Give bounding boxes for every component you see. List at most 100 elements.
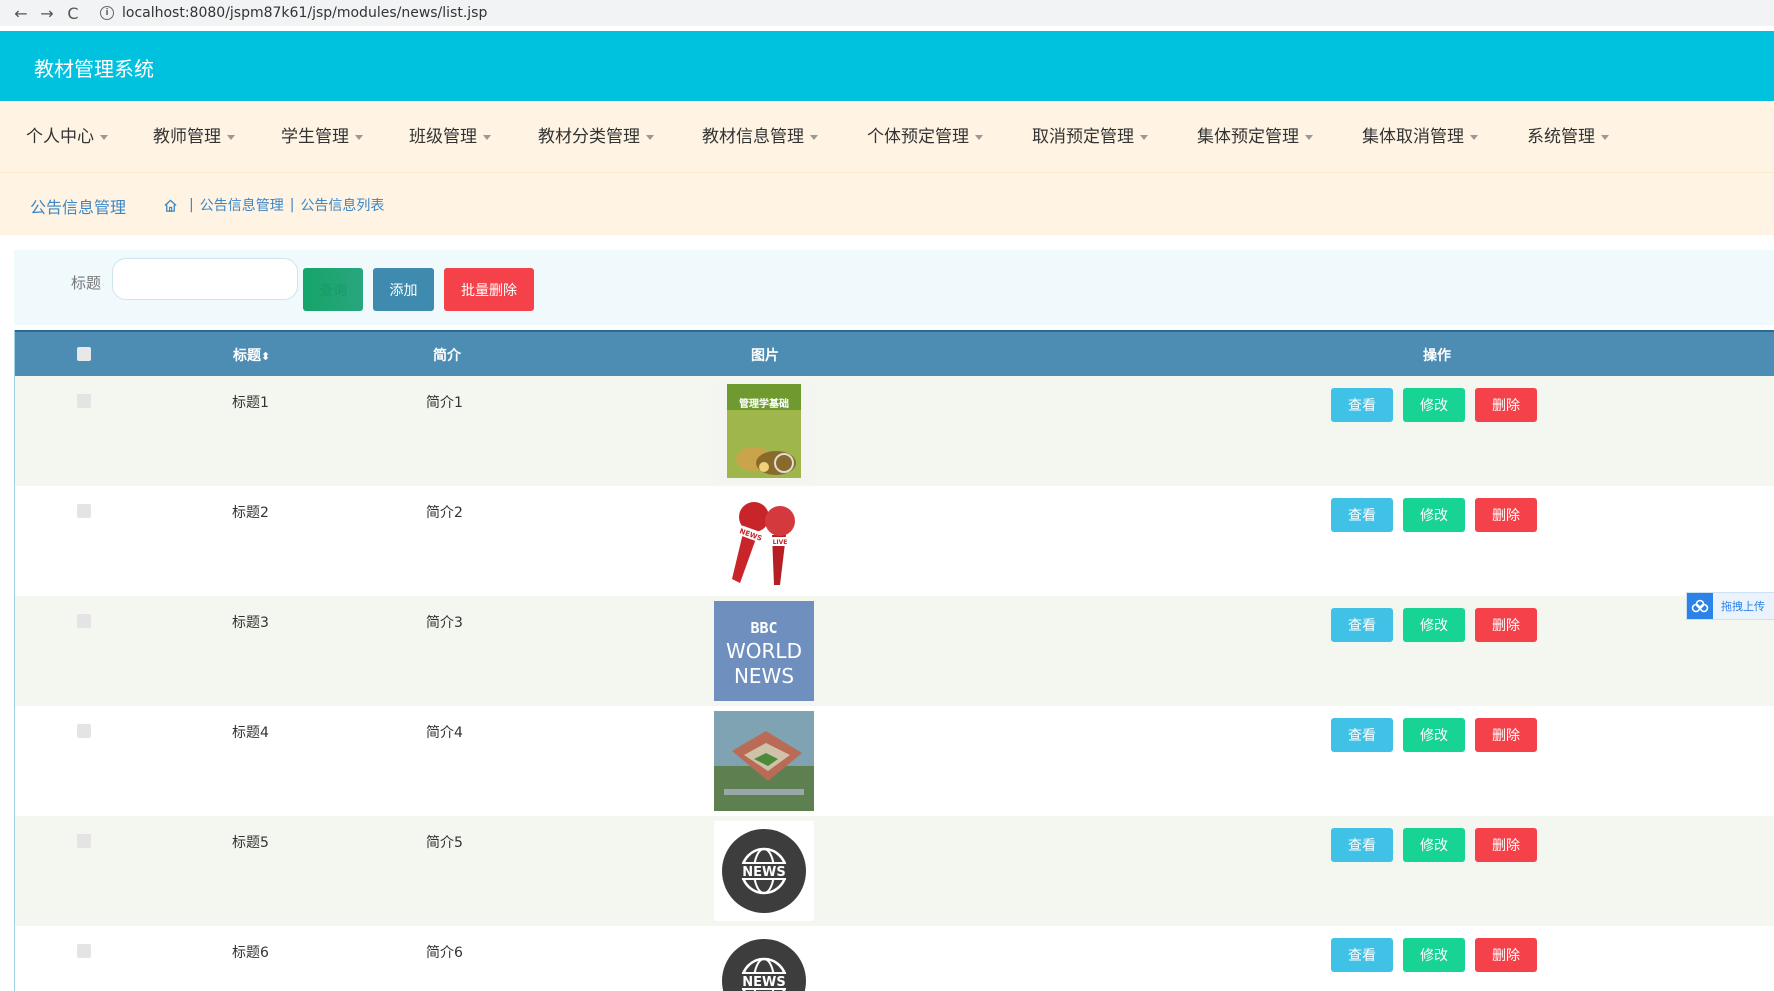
table-row: 标题5 简介5 NEWS 查看 修改 删除 — [15, 816, 1774, 926]
news-globe-text: NEWS — [742, 865, 785, 880]
delete-button[interactable]: 删除 — [1475, 718, 1537, 752]
top-nav: 个人中心 教师管理 学生管理 班级管理 教材分类管理 教材信息管理 个体预定管理… — [0, 102, 1774, 173]
row-thumbnail-microphones: NEWS LIVE — [714, 491, 814, 591]
table-row: 标题6 简介6 NEWS 查看 修改 删除 — [15, 926, 1774, 991]
row-checkbox[interactable] — [77, 504, 91, 518]
row-title: 标题2 — [232, 505, 269, 521]
batch-delete-button[interactable]: 批量删除 — [444, 268, 534, 311]
textbook-cover-image: 管理学基础 — [714, 381, 814, 481]
edit-button[interactable]: 修改 — [1403, 718, 1465, 752]
view-button[interactable]: 查看 — [1331, 718, 1393, 752]
column-header-actions: 操作 — [1423, 348, 1451, 364]
drag-upload-label: 拖拽上传 — [1721, 600, 1765, 613]
query-button[interactable]: 查询 — [303, 268, 363, 311]
nav-item-cancel-booking[interactable]: 取消预定管理 — [1032, 102, 1148, 172]
back-arrow-icon[interactable]: ← — [8, 4, 34, 23]
search-form: 标题 查询 添加 批量删除 — [14, 250, 1774, 325]
forward-arrow-icon[interactable]: → — [34, 4, 60, 23]
row-checkbox[interactable] — [77, 834, 91, 848]
edit-button[interactable]: 修改 — [1403, 938, 1465, 972]
row-title: 标题1 — [232, 395, 269, 411]
row-checkbox[interactable] — [77, 944, 91, 958]
nav-item-textbook-category[interactable]: 教材分类管理 — [538, 102, 654, 172]
nav-item-individual-booking[interactable]: 个体预定管理 — [867, 102, 983, 172]
search-label: 标题 — [71, 274, 102, 292]
row-desc: 简介5 — [426, 835, 463, 851]
site-info-icon[interactable]: i — [100, 6, 114, 20]
microphones-image: NEWS LIVE — [714, 491, 814, 591]
add-button[interactable]: 添加 — [373, 268, 434, 311]
select-all-checkbox[interactable] — [77, 347, 91, 361]
delete-button[interactable]: 删除 — [1475, 498, 1537, 532]
breadcrumb-separator: | — [189, 197, 194, 213]
row-desc: 简介1 — [426, 395, 463, 411]
sort-icon[interactable]: ⬍ — [261, 350, 270, 363]
nav-item-group-cancel[interactable]: 集体取消管理 — [1362, 102, 1478, 172]
title-search-input[interactable] — [112, 258, 298, 300]
drag-upload-widget[interactable]: 拖拽上传 — [1686, 592, 1774, 620]
edit-button[interactable]: 修改 — [1403, 608, 1465, 642]
row-thumbnail-textbook: 管理学基础 — [714, 381, 814, 481]
bbc-world-text: WORLD — [726, 639, 802, 663]
nav-item-label: 学生管理 — [281, 127, 349, 147]
edit-button[interactable]: 修改 — [1403, 828, 1465, 862]
view-button[interactable]: 查看 — [1331, 828, 1393, 862]
delete-button[interactable]: 删除 — [1475, 938, 1537, 972]
app-title: 教材管理系统 — [34, 57, 154, 81]
row-desc: 简介3 — [426, 615, 463, 631]
news-globe-image: NEWS — [714, 821, 814, 921]
bbc-news-text: NEWS — [734, 664, 794, 688]
row-checkbox[interactable] — [77, 614, 91, 628]
home-icon[interactable] — [163, 198, 178, 213]
delete-button[interactable]: 删除 — [1475, 608, 1537, 642]
row-thumbnail-news-globe: NEWS — [714, 931, 814, 991]
news-table: 标题⬍ 简介 图片 操作 标题1 简介1 管理学基础 查看 修改 删除 标题2 — [14, 330, 1774, 991]
row-thumbnail-news-globe: NEWS — [714, 821, 814, 921]
table-row: 标题4 简介4 查看 修改 删除 — [15, 706, 1774, 816]
edit-button[interactable]: 修改 — [1403, 498, 1465, 532]
nav-item-system[interactable]: 系统管理 — [1527, 102, 1609, 172]
delete-button[interactable]: 删除 — [1475, 388, 1537, 422]
breadcrumb-separator: | — [289, 197, 295, 213]
mic-tag-live: LIVE — [773, 539, 788, 546]
row-desc: 简介4 — [426, 725, 463, 741]
nav-item-label: 教师管理 — [153, 127, 221, 147]
view-button[interactable]: 查看 — [1331, 388, 1393, 422]
nav-item-student[interactable]: 学生管理 — [281, 102, 363, 172]
nav-item-label: 集体取消管理 — [1362, 127, 1464, 147]
nav-item-label: 班级管理 — [409, 127, 477, 147]
view-button[interactable]: 查看 — [1331, 498, 1393, 532]
nav-item-class[interactable]: 班级管理 — [409, 102, 491, 172]
nav-item-textbook-info[interactable]: 教材信息管理 — [702, 102, 818, 172]
table-row: 标题1 简介1 管理学基础 查看 修改 删除 — [15, 376, 1774, 486]
address-bar[interactable]: localhost:8080/jspm87k61/jsp/modules/new… — [122, 5, 487, 21]
column-header-title[interactable]: 标题⬍ — [233, 345, 270, 365]
view-button[interactable]: 查看 — [1331, 938, 1393, 972]
building-aerial-image — [714, 711, 814, 811]
page-title: 公告信息管理 — [30, 198, 127, 217]
edit-button[interactable]: 修改 — [1403, 388, 1465, 422]
breadcrumb-bar: 公告信息管理 | 公告信息管理 | 公告信息列表 — [0, 173, 1774, 235]
news-globe-text: NEWS — [742, 975, 785, 990]
breadcrumb-item-module[interactable]: 公告信息管理 — [200, 195, 284, 215]
row-checkbox[interactable] — [77, 394, 91, 408]
caret-down-icon — [1601, 134, 1609, 140]
row-desc: 简介6 — [426, 945, 463, 961]
nav-item-group-booking[interactable]: 集体预定管理 — [1197, 102, 1313, 172]
caret-down-icon — [100, 134, 108, 140]
bbc-world-news-image: BBC WORLD NEWS — [714, 601, 814, 701]
row-checkbox[interactable] — [77, 724, 91, 738]
nav-item-label: 教材信息管理 — [702, 127, 804, 147]
nav-item-personal-center[interactable]: 个人中心 — [26, 102, 108, 172]
column-header-desc: 简介 — [433, 348, 461, 364]
caret-down-icon — [1140, 134, 1148, 140]
column-header-image: 图片 — [751, 348, 779, 364]
row-thumbnail-bbc: BBC WORLD NEWS — [714, 601, 814, 701]
view-button[interactable]: 查看 — [1331, 608, 1393, 642]
caret-down-icon — [646, 134, 654, 140]
bbc-logo-text: BBC — [750, 619, 777, 637]
reload-icon[interactable]: C — [60, 4, 86, 23]
table-header: 标题⬍ 简介 图片 操作 — [15, 330, 1774, 376]
delete-button[interactable]: 删除 — [1475, 828, 1537, 862]
nav-item-teacher[interactable]: 教师管理 — [153, 102, 235, 172]
